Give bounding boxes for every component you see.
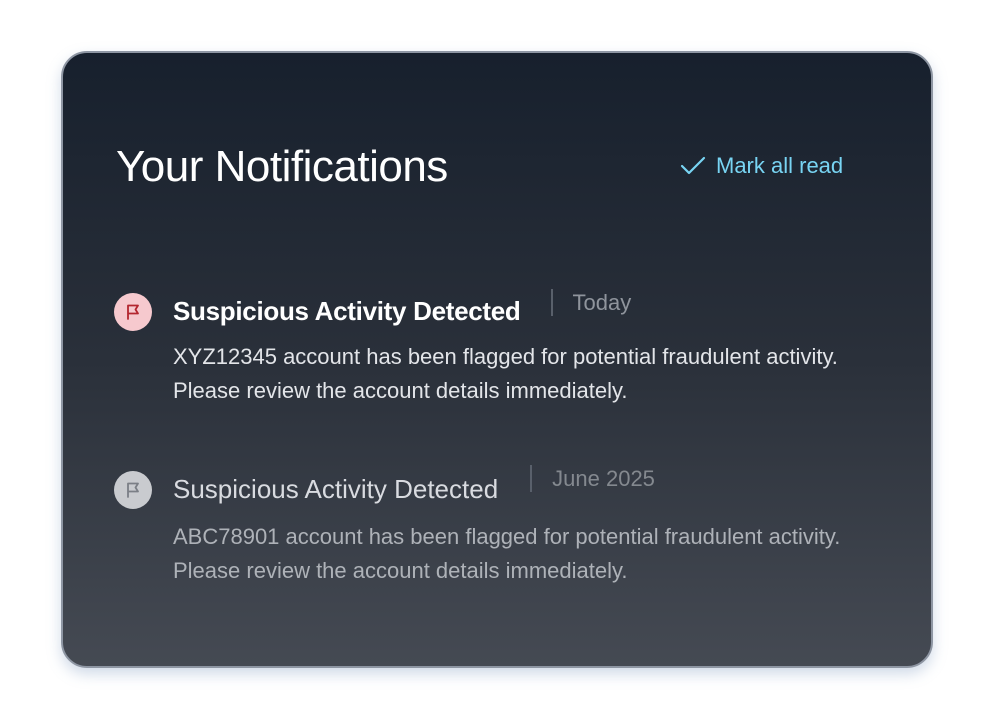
check-icon	[680, 156, 706, 176]
flag-icon	[114, 471, 152, 509]
divider	[550, 289, 553, 316]
flag-icon	[114, 293, 152, 331]
notification-header: Suspicious Activity Detected June 2025	[173, 465, 655, 511]
notifications-card: Your Notifications Mark all read Suspici…	[61, 51, 933, 668]
notification-date: Today	[572, 290, 632, 315]
divider	[530, 465, 533, 492]
notification-title: Suspicious Activity Detected	[173, 474, 499, 504]
notification-title: Suspicious Activity Detected	[173, 296, 521, 326]
mark-all-read-button[interactable]: Mark all read	[680, 153, 843, 179]
notification-date: June 2025	[552, 466, 655, 491]
notification-body: ABC78901 account has been flagged for po…	[173, 524, 841, 583]
notification-header: Suspicious Activity Detected Today	[173, 289, 631, 333]
page-title: Your Notifications	[116, 142, 448, 191]
mark-all-read-label: Mark all read	[716, 153, 844, 178]
notification-body: XYZ12345 account has been flagged for po…	[173, 344, 838, 403]
